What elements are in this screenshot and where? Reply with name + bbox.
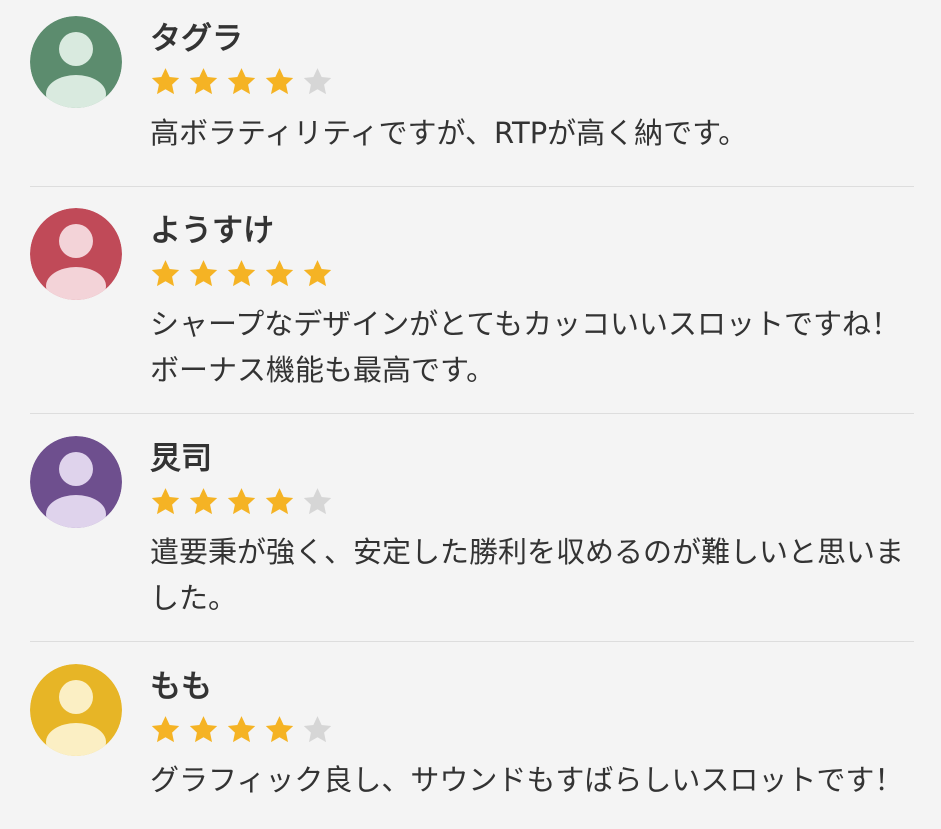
star-filled-icon	[188, 486, 219, 517]
divider	[30, 641, 914, 642]
reviewer-name: ようすけ	[150, 213, 274, 249]
reviewer-name: 炅司	[150, 441, 212, 477]
review-comment: 遣要秉が強く、安定した勝利を収めるのが難しいと思いました。	[150, 535, 905, 615]
star-filled-icon	[226, 258, 257, 289]
divider	[30, 186, 914, 187]
divider	[30, 413, 914, 414]
star-empty-icon	[302, 486, 333, 517]
star-rating	[150, 486, 340, 520]
user-avatar-icon	[30, 664, 122, 756]
star-filled-icon	[264, 714, 295, 745]
star-filled-icon	[188, 66, 219, 97]
star-filled-icon	[226, 66, 257, 97]
review-list: タグラ 高ボラティリティですが、RTPが高く納です。 ようすけ シャープなデザイ…	[0, 0, 941, 829]
star-filled-icon	[150, 714, 181, 745]
user-avatar-icon	[30, 208, 122, 300]
star-filled-icon	[150, 66, 181, 97]
star-filled-icon	[264, 486, 295, 517]
star-filled-icon	[188, 714, 219, 745]
star-filled-icon	[226, 714, 257, 745]
star-filled-icon	[264, 258, 295, 289]
star-filled-icon	[264, 66, 295, 97]
review-comment: グラフィック良し、サウンドもすばらしいスロットです！	[150, 763, 904, 797]
star-filled-icon	[302, 258, 333, 289]
user-avatar-icon	[30, 436, 122, 528]
star-filled-icon	[226, 486, 257, 517]
star-empty-icon	[302, 66, 333, 97]
reviewer-name: タグラ	[150, 21, 243, 57]
star-filled-icon	[150, 486, 181, 517]
review-comment: シャープなデザインがとてもカッコいいスロットですね！ボーナス機能も最高です。	[150, 307, 900, 387]
star-filled-icon	[150, 258, 181, 289]
review-comment: 高ボラティリティですが、RTPが高く納です。	[150, 116, 748, 150]
star-empty-icon	[302, 714, 333, 745]
star-filled-icon	[188, 258, 219, 289]
user-avatar-icon	[30, 16, 122, 108]
star-rating	[150, 258, 340, 292]
star-rating	[150, 714, 340, 748]
reviewer-name: もも	[150, 669, 212, 705]
star-rating	[150, 66, 340, 100]
